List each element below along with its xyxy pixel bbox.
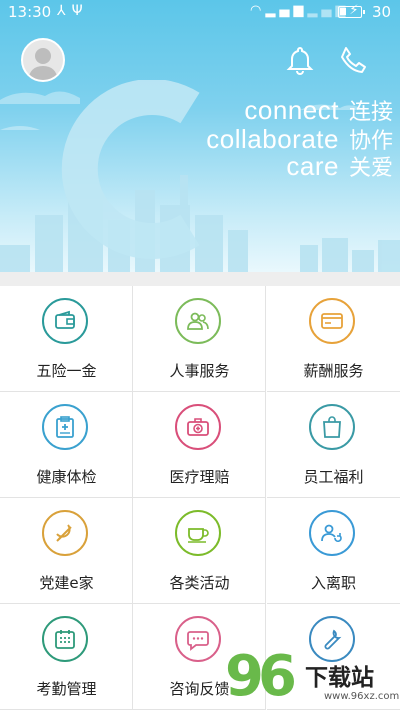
status-time: 13:30 bbox=[8, 3, 52, 21]
grid-item-label: 员工福利 bbox=[303, 468, 364, 486]
watermark-url: www.96xz.com bbox=[324, 691, 400, 702]
chat-bubble-icon bbox=[187, 631, 209, 651]
avatar[interactable] bbox=[21, 38, 65, 82]
icon-circle bbox=[309, 510, 355, 556]
watermark-text: 下载站 bbox=[305, 665, 374, 691]
grid-item[interactable]: 考勤管理 bbox=[0, 604, 133, 710]
usb-icon: Ψ bbox=[71, 3, 89, 19]
header-banner: 13:30 ⅄Ψ ◠▂▄▆▂▄▆⚡ 30 connect 连接 collabor… bbox=[0, 0, 400, 272]
tagline-en: connect bbox=[244, 95, 339, 125]
watermark: 96 下载站 www.96xz.com bbox=[225, 644, 400, 711]
tagline-zh: 关爱 bbox=[348, 155, 393, 180]
grid-item[interactable]: 薪酬服务 bbox=[267, 286, 400, 392]
battery-icon bbox=[338, 6, 365, 18]
icon-circle bbox=[309, 298, 355, 344]
clipboard-medical-icon bbox=[56, 416, 74, 438]
icon-circle bbox=[42, 298, 88, 344]
icon-circle bbox=[309, 404, 355, 450]
grid-item-label: 医疗理赔 bbox=[169, 468, 230, 486]
phone-icon[interactable] bbox=[337, 44, 369, 76]
grid-item[interactable]: 人事服务 bbox=[133, 286, 266, 392]
card-icon bbox=[321, 313, 343, 329]
battery-percent: 30 bbox=[372, 3, 392, 21]
gift-bag-icon bbox=[323, 416, 341, 438]
watermark-number: 96 bbox=[225, 644, 297, 709]
wallet-icon bbox=[55, 310, 75, 329]
grid-item[interactable]: 员工福利 bbox=[267, 392, 400, 498]
wifi-icon: ◠ bbox=[250, 3, 266, 18]
tagline-zh: 连接 bbox=[348, 99, 393, 124]
grid-item-label: 五险一金 bbox=[36, 362, 97, 380]
grid-item[interactable]: 党建e家 bbox=[0, 498, 133, 604]
grid-item-label: 各类活动 bbox=[169, 574, 230, 592]
grid-item-label: 健康体检 bbox=[36, 468, 97, 486]
grid-item[interactable]: 各类活动 bbox=[133, 498, 266, 604]
grid-item-label: 入离职 bbox=[310, 574, 356, 592]
party-emblem-icon bbox=[56, 524, 72, 542]
medical-kit-icon bbox=[187, 418, 209, 436]
grid-item[interactable]: 健康体检 bbox=[0, 392, 133, 498]
grid-item[interactable]: 五险一金 bbox=[0, 286, 133, 392]
coffee-cup-icon bbox=[188, 528, 209, 543]
icon-circle bbox=[42, 510, 88, 556]
icon-circle bbox=[42, 404, 88, 450]
users-icon bbox=[187, 312, 209, 330]
person-swap-icon bbox=[321, 524, 342, 542]
icon-circle bbox=[175, 404, 221, 450]
grid-item-label: 党建e家 bbox=[39, 574, 94, 592]
bell-icon[interactable] bbox=[284, 44, 316, 76]
grid-item-label: 人事服务 bbox=[169, 362, 230, 380]
signal-icon: ▂▄▆ bbox=[265, 3, 308, 18]
grid-item[interactable]: 入离职 bbox=[267, 498, 400, 604]
battery-fill bbox=[340, 8, 346, 15]
icon-circle bbox=[175, 616, 221, 662]
tagline-en: care bbox=[286, 151, 339, 181]
status-bar: 13:30 ⅄Ψ ◠▂▄▆▂▄▆⚡ 30 bbox=[0, 0, 400, 26]
status-left-icons: ⅄Ψ bbox=[57, 3, 89, 19]
tagline-line-3: care 关爱 bbox=[178, 150, 393, 182]
icon-circle bbox=[175, 298, 221, 344]
tagline-line-1: connect 连接 bbox=[178, 94, 393, 126]
grid-item-label: 薪酬服务 bbox=[303, 362, 364, 380]
icon-circle bbox=[42, 616, 88, 662]
grid-item[interactable]: 医疗理赔 bbox=[133, 392, 266, 498]
icon-circle bbox=[175, 510, 221, 556]
calendar-icon bbox=[55, 630, 75, 649]
network-icon: ⅄ bbox=[57, 3, 72, 19]
grid-item-label: 考勤管理 bbox=[36, 680, 97, 698]
section-divider bbox=[0, 272, 400, 286]
user-silhouette-icon bbox=[28, 48, 58, 80]
